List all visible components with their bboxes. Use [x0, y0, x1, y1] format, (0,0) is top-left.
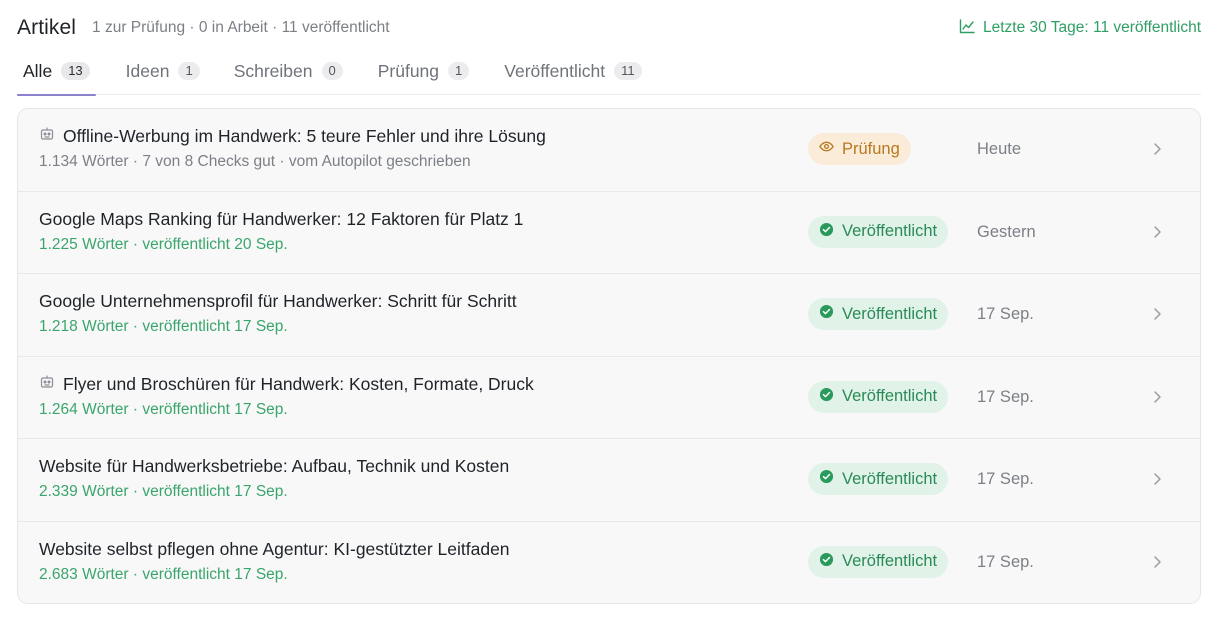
filter-tabs: Alle 13 Ideen 1 Schreiben 0 Prüfung 1 Ve… [17, 54, 1201, 96]
chevron-right-icon[interactable] [1149, 470, 1165, 488]
check-circle-icon [819, 222, 834, 242]
article-row[interactable]: Flyer und Broschüren für Handwerk: Koste… [18, 357, 1200, 439]
tab-label: Prüfung [377, 60, 440, 81]
article-row[interactable]: Google Maps Ranking für Handwerker: 12 F… [18, 192, 1200, 274]
article-title-line: Flyer und Broschüren für Handwerk: Koste… [39, 374, 534, 395]
tab-label: Veröffentlicht [504, 60, 606, 81]
status-badge: Veröffentlicht [808, 298, 949, 330]
status-label: Veröffentlicht [842, 222, 938, 240]
chevron-right-icon[interactable] [1149, 223, 1165, 241]
chevron-right-icon[interactable] [1149, 553, 1165, 571]
article-date: Gestern [977, 222, 1036, 241]
tab-ideen[interactable]: Ideen 1 [120, 54, 206, 94]
chevron-right-icon[interactable] [1149, 140, 1165, 158]
publish-stats[interactable]: Letzte 30 Tage: 11 veröffentlicht [959, 18, 1201, 39]
page-header: Artikel 1 zur Prüfung · 0 in Arbeit · 11… [17, 14, 1201, 42]
status-badge: Prüfung [808, 133, 911, 165]
trend-chart-icon [959, 18, 975, 39]
article-title: Google Maps Ranking für Handwerker: 12 F… [39, 208, 524, 229]
check-circle-icon [819, 387, 834, 407]
article-date: 17 Sep. [977, 305, 1034, 323]
article-title-line: Website selbst pflegen ohne Agentur: KI-… [39, 539, 510, 560]
article-date: 17 Sep. [977, 470, 1034, 488]
article-meta: 1.264 Wörter · veröffentlicht 17 Sep. [39, 400, 288, 418]
status-badge: Veröffentlicht [808, 380, 949, 413]
article-meta: 1.225 Wörter · veröffentlicht 20 Sep. [39, 235, 288, 253]
article-meta: 2.683 Wörter · veröffentlicht 17 Sep. [39, 565, 288, 583]
publish-stats-label: Letzte 30 Tage: 11 veröffentlicht [982, 19, 1201, 36]
status-label: Veröffentlicht [842, 387, 938, 405]
status-badge: Veröffentlicht [808, 463, 949, 495]
article-row[interactable]: Google Unternehmensprofil für Handwerker… [18, 274, 1200, 357]
status-summary: 1 zur Prüfung · 0 in Arbeit · 11 veröffe… [92, 19, 390, 36]
article-title-line: Google Unternehmensprofil für Handwerker… [39, 291, 517, 312]
article-list: Offline-Werbung im Handwerk: 5 teure Feh… [17, 108, 1201, 604]
check-circle-icon [819, 552, 834, 572]
article-meta: 1.134 Wörter · 7 von 8 Checks gut · vom … [39, 153, 471, 170]
autopilot-icon [39, 374, 55, 395]
article-title: Website selbst pflegen ohne Agentur: KI-… [39, 538, 510, 559]
chevron-right-icon[interactable] [1149, 305, 1165, 323]
status-label: Veröffentlicht [842, 469, 938, 488]
tab-count-badge: 11 [614, 62, 642, 80]
status-badge: Veröffentlicht [808, 215, 949, 248]
tab-alle[interactable]: Alle 13 [17, 54, 96, 96]
status-badge: Veröffentlicht [808, 545, 949, 578]
tab-label: Schreiben [233, 60, 313, 81]
page-title: Artikel [17, 16, 77, 39]
article-row[interactable]: Website für Handwerksbetriebe: Aufbau, T… [18, 439, 1200, 522]
tab-count-badge: 1 [178, 62, 200, 80]
article-date: Heute [977, 140, 1022, 158]
article-row[interactable]: Offline-Werbung im Handwerk: 5 teure Feh… [18, 109, 1200, 192]
article-row[interactable]: Website selbst pflegen ohne Agentur: KI-… [18, 522, 1200, 604]
check-circle-icon [819, 469, 834, 489]
article-meta: 1.218 Wörter · veröffentlicht 17 Sep. [39, 318, 288, 335]
autopilot-icon [39, 126, 55, 147]
check-circle-icon [819, 304, 834, 324]
article-title: Google Unternehmensprofil für Handwerker… [39, 291, 517, 311]
status-label: Prüfung [842, 139, 900, 158]
eye-icon [819, 139, 834, 159]
article-title: Offline-Werbung im Handwerk: 5 teure Feh… [63, 126, 546, 146]
tab-veroeffentlicht[interactable]: Veröffentlicht 11 [498, 54, 647, 94]
tab-label: Alle [23, 60, 53, 81]
tab-pruefung[interactable]: Prüfung 1 [372, 54, 476, 94]
status-label: Veröffentlicht [842, 552, 938, 570]
tab-count-badge: 0 [321, 62, 343, 80]
tab-count-badge: 13 [61, 62, 90, 80]
chevron-right-icon[interactable] [1149, 388, 1165, 406]
tab-label: Ideen [125, 60, 170, 81]
article-title: Flyer und Broschüren für Handwerk: Koste… [63, 373, 534, 394]
article-title-line: Google Maps Ranking für Handwerker: 12 F… [39, 209, 523, 230]
article-title-line: Offline-Werbung im Handwerk: 5 teure Feh… [39, 126, 546, 147]
article-meta: 2.339 Wörter · veröffentlicht 17 Sep. [39, 483, 288, 500]
article-title: Website für Handwerksbetriebe: Aufbau, T… [39, 456, 510, 476]
article-date: 17 Sep. [977, 552, 1034, 571]
status-label: Veröffentlicht [842, 304, 938, 323]
article-date: 17 Sep. [977, 387, 1034, 406]
tab-count-badge: 1 [448, 62, 470, 80]
article-title-line: Website für Handwerksbetriebe: Aufbau, T… [39, 456, 509, 477]
tab-schreiben[interactable]: Schreiben 0 [228, 54, 349, 94]
